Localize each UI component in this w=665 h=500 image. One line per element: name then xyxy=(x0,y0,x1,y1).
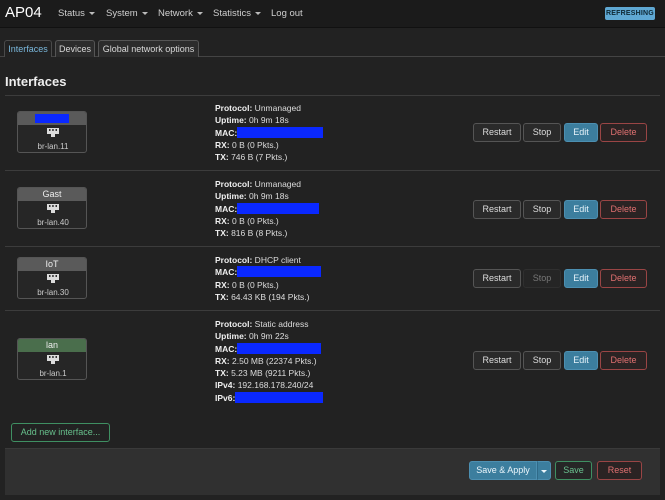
stop-button[interactable]: Stop xyxy=(523,200,561,219)
divider xyxy=(5,310,660,311)
chevron-down-icon xyxy=(88,11,95,15)
stop-button[interactable]: Stop xyxy=(523,269,561,288)
restart-button[interactable]: Restart xyxy=(473,269,521,288)
ethernet-port-icon xyxy=(47,274,59,283)
interface-badge: Gast br-lan.40 xyxy=(17,187,87,229)
ethernet-port-icon xyxy=(47,128,59,137)
redacted-mac xyxy=(237,266,322,278)
interface-device: br-lan.40 xyxy=(37,218,69,227)
menu-status[interactable]: Status xyxy=(58,8,95,19)
edit-button[interactable]: Edit xyxy=(564,269,598,288)
menu-statistics[interactable]: Statistics xyxy=(213,8,262,19)
stop-button[interactable]: Stop xyxy=(523,351,561,370)
delete-button[interactable]: Delete xyxy=(600,269,647,288)
refreshing-badge[interactable]: REFRESHING xyxy=(605,7,655,20)
stop-button[interactable]: Stop xyxy=(523,123,561,142)
redacted-name xyxy=(35,114,69,124)
chevron-down-icon xyxy=(255,11,262,15)
tab-interfaces[interactable]: Interfaces xyxy=(4,40,52,57)
interface-info: Protocol: Unmanaged Uptime: 0h 9m 18s MA… xyxy=(215,102,324,163)
menu-logout[interactable]: Log out xyxy=(271,8,303,19)
interface-device: br-lan.1 xyxy=(39,369,67,378)
interface-info: Protocol: Unmanaged Uptime: 0h 9m 18s MA… xyxy=(215,178,320,239)
brand-title[interactable]: AP04 xyxy=(5,4,42,21)
edit-button[interactable]: Edit xyxy=(564,351,598,370)
interface-name: Gast xyxy=(18,188,86,201)
interface-name: IoT xyxy=(18,258,86,271)
save-apply-dropdown[interactable] xyxy=(537,461,551,480)
redacted-mac xyxy=(237,342,322,354)
interface-info: Protocol: Static address Uptime: 0h 9m 2… xyxy=(215,318,324,404)
reset-button[interactable]: Reset xyxy=(597,461,642,480)
menu-network[interactable]: Network xyxy=(158,8,203,19)
divider xyxy=(5,170,660,171)
save-apply-button[interactable]: Save & Apply xyxy=(469,461,537,480)
interface-device: br-lan.11 xyxy=(37,142,69,151)
interface-info: Protocol: DHCP client MAC: RX: 0 B (0 Pk… xyxy=(215,254,322,303)
delete-button[interactable]: Delete xyxy=(600,200,647,219)
edit-button[interactable]: Edit xyxy=(564,200,598,219)
redacted-mac xyxy=(237,126,324,138)
interface-name: lan xyxy=(18,339,86,352)
ethernet-port-icon xyxy=(47,204,59,213)
redacted-ipv6 xyxy=(235,391,324,403)
restart-button[interactable]: Restart xyxy=(473,200,521,219)
restart-button[interactable]: Restart xyxy=(473,351,521,370)
interface-badge: lan br-lan.1 xyxy=(17,338,87,380)
edit-button[interactable]: Edit xyxy=(564,123,598,142)
divider xyxy=(5,95,660,96)
tab-global-network-options[interactable]: Global network options xyxy=(98,40,199,57)
interface-name xyxy=(18,112,86,125)
add-interface-button[interactable]: Add new interface... xyxy=(11,423,110,442)
menu-system[interactable]: System xyxy=(106,8,148,19)
delete-button[interactable]: Delete xyxy=(600,123,647,142)
top-navbar: AP04 Status System Network Statistics Lo… xyxy=(0,0,665,28)
save-button[interactable]: Save xyxy=(555,461,592,480)
delete-button[interactable]: Delete xyxy=(600,351,647,370)
interface-badge: IoT br-lan.30 xyxy=(17,257,87,299)
page-title: Interfaces xyxy=(5,74,67,89)
interface-device: br-lan.30 xyxy=(37,288,69,297)
interface-badge: br-lan.11 xyxy=(17,111,87,153)
chevron-down-icon xyxy=(141,11,148,15)
divider xyxy=(5,246,660,247)
chevron-down-icon xyxy=(196,11,203,15)
redacted-mac xyxy=(237,202,320,214)
restart-button[interactable]: Restart xyxy=(473,123,521,142)
ethernet-port-icon xyxy=(47,355,59,364)
chevron-down-icon xyxy=(541,470,547,473)
tab-devices[interactable]: Devices xyxy=(55,40,95,57)
